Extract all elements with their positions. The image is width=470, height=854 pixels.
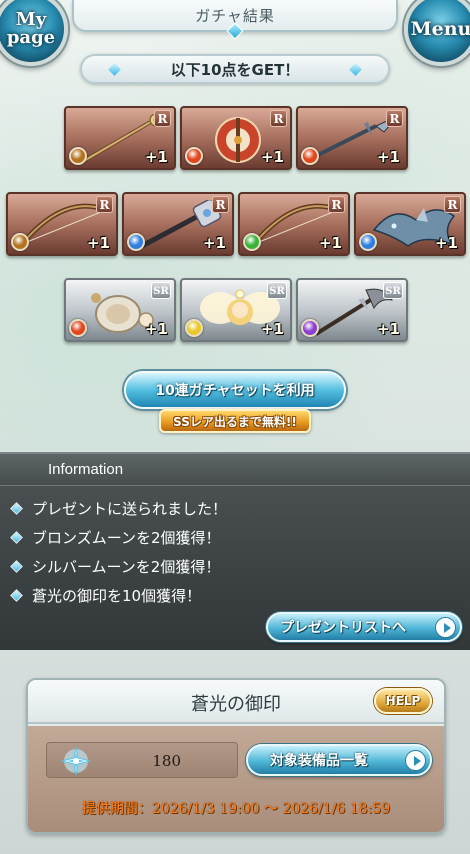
list-item: ブロンズムーンを2個獲得！ xyxy=(10,523,227,552)
list-item: 蒼光の御印を10個獲得！ xyxy=(10,581,227,610)
info-message: シルバームーンを2個獲得！ xyxy=(32,558,221,576)
wind-element-icon xyxy=(243,233,261,251)
help-label: HELP xyxy=(385,694,421,708)
diamond-icon xyxy=(10,589,23,602)
earth-element-icon xyxy=(11,233,29,251)
fire-element-icon xyxy=(185,147,203,165)
gem-icon xyxy=(108,63,121,76)
information-list: プレゼントに送られました！ ブロンズムーンを2個獲得！ シルバームーンを2個獲得… xyxy=(10,494,227,610)
item-card[interactable]: R +1 xyxy=(64,106,176,170)
present-list-label: プレゼントリストへ xyxy=(280,620,406,636)
help-button[interactable]: HELP xyxy=(374,688,432,714)
item-card[interactable]: R +1 xyxy=(6,192,118,256)
item-card[interactable]: SR +1 xyxy=(180,278,292,342)
item-card[interactable]: R +1 xyxy=(180,106,292,170)
earth-element-icon xyxy=(69,147,87,165)
emblem-body: 180 対象装備品一覧 提供期間：2026/1/3 19:00 〜 2026/1… xyxy=(28,726,444,832)
diamond-icon xyxy=(10,502,23,515)
rarity-badge: R xyxy=(96,196,113,213)
free-badge-label: SSレア出るまで無料!! xyxy=(173,414,297,429)
get-banner: 以下10点をGET！ xyxy=(80,54,390,84)
menu-label: Menu xyxy=(410,17,470,40)
water-element-icon xyxy=(359,233,377,251)
list-item: プレゼントに送られました！ xyxy=(10,494,227,523)
get-banner-text: 以下10点をGET！ xyxy=(170,60,300,79)
fire-element-icon xyxy=(69,319,87,337)
information-header: Information xyxy=(0,454,470,486)
present-list-button[interactable]: プレゼントリストへ xyxy=(266,612,462,642)
item-count: +1 xyxy=(144,148,168,166)
rarity-badge: SR xyxy=(383,282,403,299)
item-card[interactable]: SR +1 xyxy=(64,278,176,342)
rarity-badge: SR xyxy=(151,282,171,299)
rarity-badge: R xyxy=(154,110,171,127)
gacha-result-area: ガチャ結果 My page Menu 以下10点をGET！ R +1 R +1 R +1 R… xyxy=(0,0,470,452)
rarity-badge: R xyxy=(212,196,229,213)
emblem-area: 蒼光の御印 HELP 180 対象装備品一覧 提供期間：2026/1/3 19:… xyxy=(0,650,470,854)
mypage-button[interactable]: My page xyxy=(0,0,68,66)
diamond-icon xyxy=(10,531,23,544)
arrow-right-icon xyxy=(405,750,426,771)
rarity-badge: R xyxy=(328,196,345,213)
info-message: 蒼光の御印を10個獲得！ xyxy=(32,587,202,605)
arrow-right-icon xyxy=(435,617,456,638)
item-count: +1 xyxy=(434,234,458,252)
ten-pull-label: 10連ガチャセットを利用 xyxy=(155,383,315,399)
target-equipment-label: 対象装備品一覧 xyxy=(270,753,368,769)
dark-element-icon xyxy=(301,319,319,337)
light-element-icon xyxy=(185,319,203,337)
information-panel: Information プレゼントに送られました！ ブロンズムーンを2個獲得！ … xyxy=(0,452,470,650)
rarity-badge: SR xyxy=(267,282,287,299)
item-count: +1 xyxy=(86,234,110,252)
emblem-count: 180 xyxy=(152,752,181,770)
item-card[interactable]: R +1 xyxy=(354,192,466,256)
emblem-panel: 蒼光の御印 HELP 180 対象装備品一覧 提供期間：2026/1/3 19:… xyxy=(26,678,446,834)
item-card[interactable]: R +1 xyxy=(122,192,234,256)
emblem-icon xyxy=(61,746,91,776)
rarity-badge: R xyxy=(386,110,403,127)
gem-icon xyxy=(349,63,362,76)
water-element-icon xyxy=(127,233,145,251)
ten-pull-button[interactable]: 10連ガチャセットを利用 xyxy=(124,371,346,409)
item-card[interactable]: SR +1 xyxy=(296,278,408,342)
item-count: +1 xyxy=(260,320,284,338)
item-count: +1 xyxy=(376,148,400,166)
target-equipment-button[interactable]: 対象装備品一覧 xyxy=(246,744,432,776)
emblem-header: 蒼光の御印 HELP xyxy=(28,680,444,724)
mypage-label: My page xyxy=(6,9,56,48)
free-until-ssr-badge[interactable]: SSレア出るまで無料!! xyxy=(159,409,311,433)
emblem-count-box: 180 xyxy=(46,742,238,778)
item-count: +1 xyxy=(144,320,168,338)
item-card[interactable]: R +1 xyxy=(238,192,350,256)
title-bar: ガチャ結果 xyxy=(72,0,398,40)
fire-element-icon xyxy=(301,147,319,165)
item-count: +1 xyxy=(318,234,342,252)
offer-period: 提供期間：2026/1/3 19:00 〜 2026/1/6 18:59 xyxy=(81,801,391,817)
info-message: プレゼントに送られました！ xyxy=(32,500,228,518)
rarity-badge: R xyxy=(270,110,287,127)
menu-button[interactable]: Menu xyxy=(404,0,470,66)
info-message: ブロンズムーンを2個獲得！ xyxy=(32,529,221,547)
list-item: シルバームーンを2個獲得！ xyxy=(10,552,227,581)
rarity-badge: R xyxy=(444,196,461,213)
item-card[interactable]: R +1 xyxy=(296,106,408,170)
information-title: Information xyxy=(48,461,124,478)
item-count: +1 xyxy=(202,234,226,252)
item-count: +1 xyxy=(260,148,284,166)
diamond-icon xyxy=(10,560,23,573)
item-count: +1 xyxy=(376,320,400,338)
